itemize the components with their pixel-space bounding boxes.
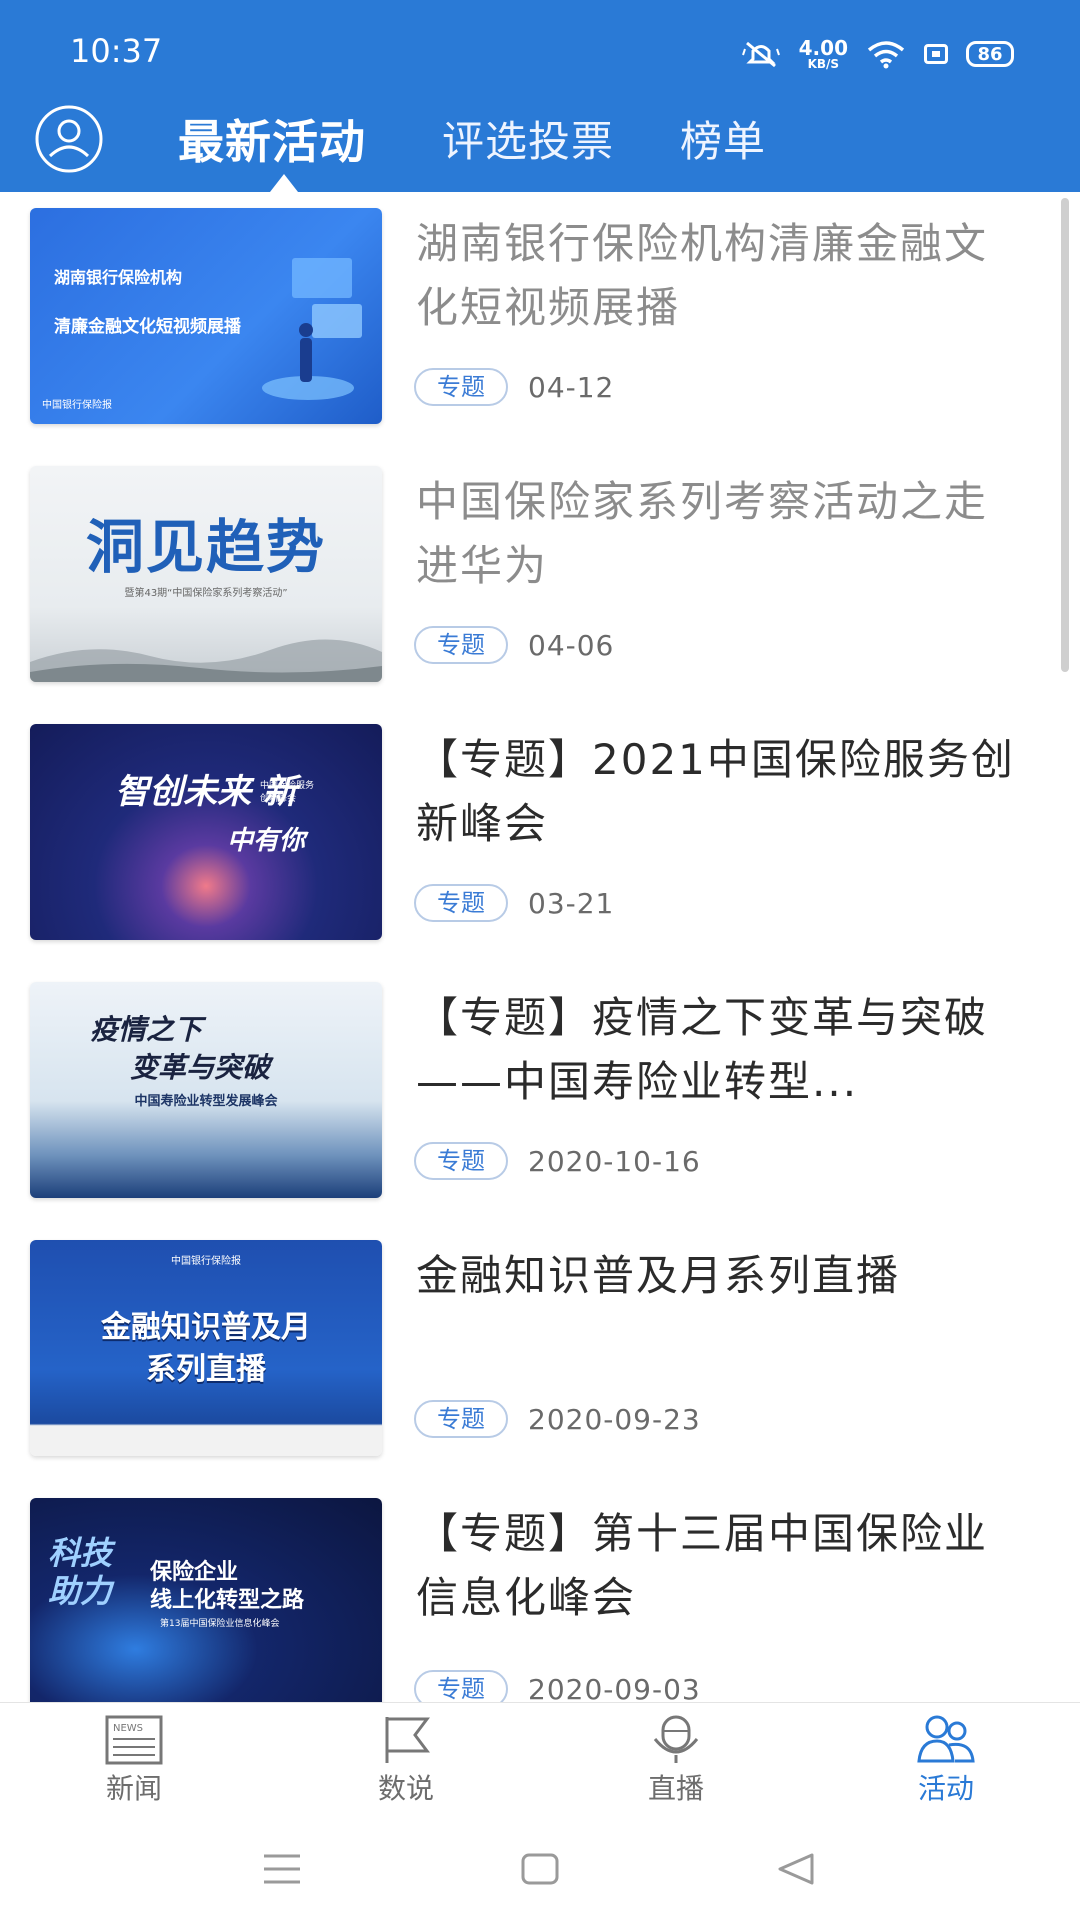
thumbnail-image: 洞见趋势 暨第43期“中国保险家系列考察活动” (30, 466, 382, 682)
item-date: 2020-09-03 (528, 1672, 701, 1703)
item-date: 2020-10-16 (528, 1144, 701, 1178)
sim-icon (924, 44, 948, 64)
item-title[interactable]: 【专题】2021中国保险服务创新峰会 (416, 728, 1026, 856)
item-title[interactable]: 中国保险家系列考察活动之走进华为 (416, 470, 1026, 598)
thumbnail-image: 疫情之下 变革与突破 中国寿险业转型发展峰会 (30, 982, 382, 1198)
status-time: 10:37 (70, 32, 163, 70)
nav-item-live[interactable]: 直播 (606, 1713, 746, 1813)
item-title[interactable]: 金融知识普及月系列直播 (416, 1244, 1026, 1308)
item-meta: 专题 2020-09-03 (414, 1670, 701, 1702)
topic-tag: 专题 (414, 1400, 508, 1438)
thumbnail-image: 科技助力 保险企业 线上化转型之路 第13届中国保险业信息化峰会 (30, 1498, 382, 1702)
item-title[interactable]: 【专题】疫情之下变革与突破——中国寿险业转型... (416, 986, 1026, 1114)
nav-label: 数说 (377, 1772, 434, 1805)
nav-label: 新闻 (105, 1772, 162, 1805)
network-speed: 4.00 KB/S (798, 36, 848, 71)
topic-tag: 专题 (414, 884, 508, 922)
app-header: 10:37 4.00 KB/S 86 最新活动 评选投票 榜单 (0, 0, 1080, 192)
microphone-icon (653, 1715, 699, 1763)
item-title[interactable]: 湖南银行保险机构清廉金融文化短视频展播 (416, 212, 1026, 340)
list-item[interactable]: 智创未来 新 中有你 中国保险服务创新峰会 【专题】2021中国保险服务创新峰会… (0, 708, 1060, 958)
back-icon[interactable] (776, 1852, 816, 1886)
topic-tag: 专题 (414, 626, 508, 664)
activity-list: 湖南银行保险机构 清廉金融文化短视频展播 中国银行保险报 湖南银行保险机构清廉金… (0, 192, 1080, 1702)
menu-icon[interactable] (262, 1852, 302, 1886)
wifi-icon (867, 41, 905, 69)
illustration-screens (262, 258, 362, 400)
item-meta: 专题 03-21 (414, 884, 614, 922)
list-item[interactable]: 科技助力 保险企业 线上化转型之路 第13届中国保险业信息化峰会 【专题】第十三… (0, 1482, 1060, 1702)
topic-tag: 专题 (414, 1670, 508, 1702)
topic-tag: 专题 (414, 368, 508, 406)
bottom-nav: NEWS 新闻 数说 直播 活动 (0, 1702, 1080, 1813)
item-date: 04-06 (528, 628, 615, 662)
topic-tag: 专题 (414, 1142, 508, 1180)
item-date: 04-12 (528, 370, 615, 404)
tab-rankings[interactable]: 榜单 (680, 100, 766, 192)
thumbnail-image: 湖南银行保险机构 清廉金融文化短视频展播 中国银行保险报 (30, 208, 382, 424)
active-tab-indicator (270, 174, 298, 192)
list-item[interactable]: 中国银行保险报 金融知识普及月 系列直播 金融知识普及月系列直播 专题 2020… (0, 1224, 1060, 1474)
item-date: 03-21 (528, 886, 615, 920)
system-nav-bar (0, 1812, 1080, 1920)
status-icons: 4.00 KB/S 86 (741, 34, 1014, 74)
newspaper-icon: NEWS (105, 1715, 163, 1765)
flag-icon (385, 1717, 430, 1763)
thumbnail-image: 中国银行保险报 金融知识普及月 系列直播 (30, 1240, 382, 1456)
nav-item-news[interactable]: NEWS 新闻 (64, 1713, 204, 1813)
nav-label: 直播 (647, 1772, 704, 1805)
tab-voting[interactable]: 评选投票 (442, 100, 614, 192)
mute-icon (741, 41, 780, 68)
item-meta: 专题 04-12 (414, 368, 614, 406)
landscape-graphic (30, 639, 382, 682)
list-scrollbar[interactable] (1061, 198, 1069, 672)
nav-label: 活动 (917, 1772, 974, 1805)
list-item[interactable]: 湖南银行保险机构 清廉金融文化短视频展播 中国银行保险报 湖南银行保险机构清廉金… (0, 192, 1060, 442)
item-meta: 专题 04-06 (414, 626, 614, 664)
status-bar: 10:37 4.00 KB/S 86 (0, 0, 1080, 100)
news-icon-caption: NEWS (113, 1723, 143, 1734)
home-icon[interactable] (520, 1852, 560, 1886)
list-item[interactable]: 洞见趋势 暨第43期“中国保险家系列考察活动” 中国保险家系列考察活动之走进华为… (0, 450, 1060, 700)
nav-item-data[interactable]: 数说 (336, 1713, 476, 1813)
nav-item-activities[interactable]: 活动 (876, 1713, 1016, 1813)
item-title[interactable]: 【专题】第十三届中国保险业信息化峰会 (416, 1502, 1026, 1630)
battery-icon: 86 (966, 41, 1014, 67)
people-icon (917, 1715, 975, 1763)
item-meta: 专题 2020-10-16 (414, 1142, 701, 1180)
item-meta: 专题 2020-09-23 (414, 1400, 701, 1438)
item-date: 2020-09-23 (528, 1402, 701, 1436)
list-item[interactable]: 疫情之下 变革与突破 中国寿险业转型发展峰会 【专题】疫情之下变革与突破——中国… (0, 966, 1060, 1216)
thumbnail-image: 智创未来 新 中有你 中国保险服务创新峰会 (30, 724, 382, 940)
top-tabs: 最新活动 评选投票 榜单 (0, 100, 1080, 192)
